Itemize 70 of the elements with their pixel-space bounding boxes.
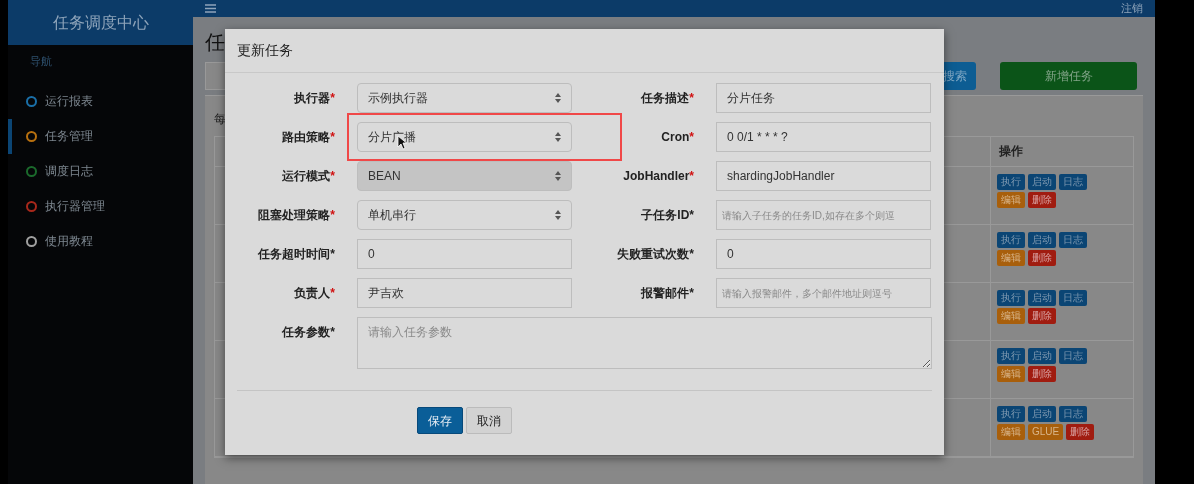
action-button[interactable]: 执行 bbox=[997, 289, 1025, 306]
sidebar-item[interactable]: 调度日志 bbox=[8, 153, 193, 189]
action-button[interactable]: 启动 bbox=[1028, 405, 1056, 422]
field-label: 执行器* bbox=[293, 90, 335, 107]
action-button[interactable]: GLUE bbox=[1028, 423, 1064, 440]
action-button[interactable]: 执行 bbox=[997, 231, 1025, 248]
input-field[interactable]: 0 0/1 * * * ? bbox=[716, 122, 931, 152]
input-field[interactable]: 0 bbox=[357, 239, 572, 269]
up-down-icon bbox=[555, 171, 561, 181]
field-label: 子任务ID* bbox=[640, 207, 694, 224]
action-button[interactable]: 日志 bbox=[1059, 231, 1087, 248]
field-label: Cron* bbox=[660, 129, 694, 146]
action-button[interactable]: 日志 bbox=[1059, 347, 1087, 364]
action-button[interactable]: 编辑 bbox=[997, 423, 1025, 440]
action-button[interactable]: 编辑 bbox=[997, 365, 1025, 382]
action-button[interactable]: 删除 bbox=[1028, 365, 1056, 382]
up-down-icon bbox=[555, 132, 561, 142]
action-button[interactable]: 日志 bbox=[1059, 173, 1087, 190]
input-field[interactable]: 分片任务 bbox=[716, 83, 931, 113]
column-header: 操作 bbox=[990, 136, 1133, 166]
page-title: 任 bbox=[205, 29, 225, 55]
brand-title: 任务调度中心 bbox=[52, 12, 149, 33]
field-label: 任务参数* bbox=[281, 324, 335, 341]
nav-heading: 导航 bbox=[29, 54, 53, 69]
up-down-icon bbox=[555, 93, 561, 103]
action-button[interactable]: 删除 bbox=[1028, 307, 1056, 324]
save-button[interactable]: 保存 bbox=[417, 407, 463, 434]
action-button[interactable]: 启动 bbox=[1028, 231, 1056, 248]
action-button[interactable]: 日志 bbox=[1059, 289, 1087, 306]
textarea-field[interactable]: 请输入任务参数 bbox=[357, 317, 932, 369]
up-down-icon bbox=[555, 210, 561, 220]
select-field[interactable]: 单机串行 bbox=[357, 200, 572, 230]
length-text: 每 bbox=[214, 111, 226, 126]
field-label: 失败重试次数* bbox=[616, 246, 694, 263]
action-button[interactable]: 编辑 bbox=[997, 307, 1025, 324]
select-field[interactable]: 示例执行器 bbox=[357, 83, 572, 113]
cancel-button[interactable]: 取消 bbox=[466, 407, 512, 434]
action-button[interactable]: 编辑 bbox=[997, 249, 1025, 266]
field-label: 阻塞处理策略* bbox=[257, 207, 335, 224]
action-button[interactable]: 删除 bbox=[1028, 191, 1056, 208]
input-field[interactable]: 0 bbox=[716, 239, 931, 269]
action-button[interactable]: 启动 bbox=[1028, 347, 1056, 364]
action-button[interactable]: 启动 bbox=[1028, 289, 1056, 306]
field-label: 路由策略* bbox=[281, 129, 335, 146]
action-button[interactable]: 执行 bbox=[997, 405, 1025, 422]
logout-link[interactable]: 注销 bbox=[1121, 0, 1143, 17]
input-field[interactable]: 尹吉欢 bbox=[357, 278, 572, 308]
field-label: 任务描述* bbox=[640, 90, 694, 107]
field-label: 负责人* bbox=[293, 285, 335, 302]
field-label: 任务超时时间* bbox=[257, 246, 335, 263]
field-label: JobHandler* bbox=[622, 168, 694, 185]
input-field[interactable]: 请输入子任务的任务ID,如存在多个则逗 bbox=[716, 200, 931, 230]
action-button[interactable]: 删除 bbox=[1028, 249, 1056, 266]
action-button[interactable]: 编辑 bbox=[997, 191, 1025, 208]
field-label: 报警邮件* bbox=[640, 285, 694, 302]
menu-icon[interactable] bbox=[205, 3, 216, 13]
add-task-button[interactable]: 新增任务 bbox=[1000, 61, 1137, 90]
input-field[interactable]: 请输入报警邮件，多个邮件地址则逗号 bbox=[716, 278, 931, 308]
sidebar-item[interactable]: 执行器管理 bbox=[8, 188, 193, 224]
action-button[interactable]: 启动 bbox=[1028, 173, 1056, 190]
action-button[interactable]: 执行 bbox=[997, 173, 1025, 190]
field-label: 运行模式* bbox=[281, 168, 335, 185]
action-button[interactable]: 执行 bbox=[997, 347, 1025, 364]
sidebar-item[interactable]: 使用教程 bbox=[8, 223, 193, 259]
input-field[interactable]: shardingJobHandler bbox=[716, 161, 931, 191]
action-button[interactable]: 删除 bbox=[1066, 423, 1095, 440]
action-button[interactable]: 日志 bbox=[1059, 405, 1087, 422]
sidebar-item[interactable]: 运行报表 bbox=[8, 83, 193, 119]
dialog-title: 更新任务 bbox=[237, 41, 293, 60]
select-field[interactable]: 分片广播 bbox=[357, 122, 572, 152]
